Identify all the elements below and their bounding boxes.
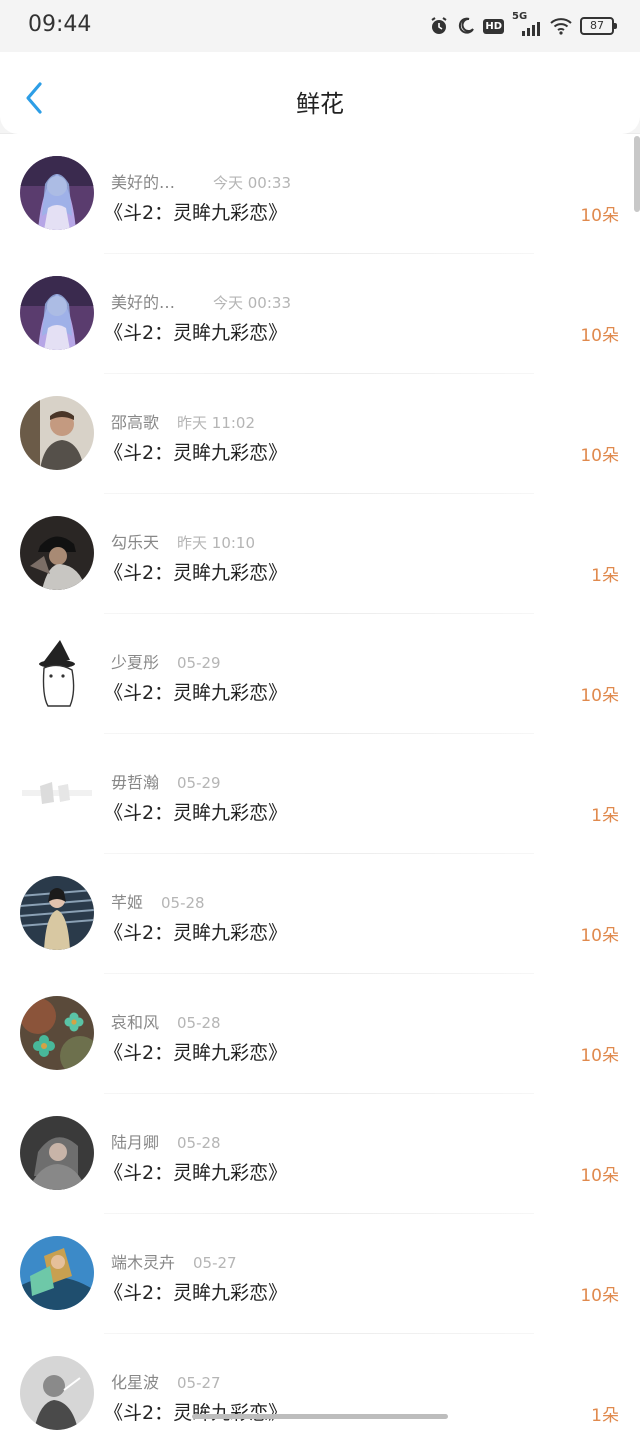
flower-count: 10朵 <box>580 1286 619 1306</box>
timestamp: 今天 00:33 <box>213 174 291 192</box>
username[interactable]: 端木灵卉 <box>111 1249 175 1273</box>
username[interactable]: 邵高歌 <box>111 409 159 433</box>
list-item[interactable]: 哀和风 05-28 《斗2：灵眸九彩恋》 10朵 <box>0 974 640 1094</box>
flower-count: 1朵 <box>591 806 619 826</box>
timestamp: 05-27 <box>177 1374 221 1392</box>
timestamp: 05-28 <box>161 894 205 912</box>
list-item[interactable]: 少夏彤 05-29 《斗2：灵眸九彩恋》 10朵 <box>0 614 640 734</box>
avatar[interactable] <box>20 1356 94 1430</box>
timestamp: 昨天 10:10 <box>177 534 256 552</box>
scrollbar[interactable] <box>634 136 640 212</box>
avatar[interactable] <box>20 756 94 830</box>
avatar[interactable] <box>20 1236 94 1310</box>
flower-count: 10朵 <box>580 326 619 346</box>
page-title: 鲜花 <box>296 90 344 118</box>
signal-icon: 5G <box>512 11 542 37</box>
flower-count: 10朵 <box>580 926 619 946</box>
username[interactable]: 少夏彤 <box>111 649 159 673</box>
flower-count: 10朵 <box>580 686 619 706</box>
username[interactable]: 陆月卿 <box>111 1129 159 1153</box>
home-indicator[interactable] <box>192 1414 448 1419</box>
avatar[interactable] <box>20 636 94 710</box>
book-title[interactable]: 《斗2：灵眸九彩恋》 <box>104 198 287 225</box>
flower-record-list: 美好的… 今天 00:33 《斗2：灵眸九彩恋》 10朵 美好的… 今天 00:… <box>0 134 640 1454</box>
timestamp: 昨天 11:02 <box>177 414 256 432</box>
username[interactable]: 芊姬 <box>111 889 143 913</box>
moon-icon <box>459 17 475 34</box>
book-title[interactable]: 《斗2：灵眸九彩恋》 <box>104 678 287 705</box>
username[interactable]: 美好的… <box>111 289 181 313</box>
list-item[interactable]: 美好的… 今天 00:33 《斗2：灵眸九彩恋》 10朵 <box>0 134 640 254</box>
list-item[interactable]: 邵高歌 昨天 11:02 《斗2：灵眸九彩恋》 10朵 <box>0 374 640 494</box>
timestamp: 今天 00:33 <box>213 294 291 312</box>
hd-icon: HD <box>483 18 504 34</box>
alarm-icon <box>431 17 447 34</box>
timestamp: 05-27 <box>193 1254 237 1272</box>
book-title[interactable]: 《斗2：灵眸九彩恋》 <box>104 918 287 945</box>
flower-count: 10朵 <box>580 206 619 226</box>
timestamp: 05-28 <box>177 1014 221 1032</box>
book-title[interactable]: 《斗2：灵眸九彩恋》 <box>104 1398 287 1425</box>
username[interactable]: 勾乐天 <box>111 529 159 553</box>
list-item[interactable]: 化星波 05-27 《斗2：灵眸九彩恋》 1朵 <box>0 1334 640 1454</box>
list-item[interactable]: 芊姬 05-28 《斗2：灵眸九彩恋》 10朵 <box>0 854 640 974</box>
timestamp: 05-28 <box>177 1134 221 1152</box>
flower-count: 10朵 <box>580 1046 619 1066</box>
book-title[interactable]: 《斗2：灵眸九彩恋》 <box>104 1278 287 1305</box>
flower-count: 10朵 <box>580 446 619 466</box>
avatar[interactable] <box>20 156 94 230</box>
avatar[interactable] <box>20 396 94 470</box>
flower-count: 10朵 <box>580 1166 619 1186</box>
avatar[interactable] <box>20 1116 94 1190</box>
avatar[interactable] <box>20 996 94 1070</box>
list-item[interactable]: 毋哲瀚 05-29 《斗2：灵眸九彩恋》 1朵 <box>0 734 640 854</box>
list-item[interactable]: 端木灵卉 05-27 《斗2：灵眸九彩恋》 10朵 <box>0 1214 640 1334</box>
avatar[interactable] <box>20 516 94 590</box>
book-title[interactable]: 《斗2：灵眸九彩恋》 <box>104 1158 287 1185</box>
flower-count: 1朵 <box>591 566 619 586</box>
username[interactable]: 毋哲瀚 <box>111 769 159 793</box>
username[interactable]: 化星波 <box>111 1369 159 1393</box>
username[interactable]: 美好的… <box>111 169 181 193</box>
status-icons: HD 5G 87 <box>429 11 617 38</box>
list-item[interactable]: 美好的… 今天 00:33 《斗2：灵眸九彩恋》 10朵 <box>0 254 640 374</box>
list-item[interactable]: 勾乐天 昨天 10:10 《斗2：灵眸九彩恋》 1朵 <box>0 494 640 614</box>
book-title[interactable]: 《斗2：灵眸九彩恋》 <box>104 798 287 825</box>
timestamp: 05-29 <box>177 654 221 672</box>
username[interactable]: 哀和风 <box>111 1009 159 1033</box>
book-title[interactable]: 《斗2：灵眸九彩恋》 <box>104 438 287 465</box>
book-title[interactable]: 《斗2：灵眸九彩恋》 <box>104 318 287 345</box>
book-title[interactable]: 《斗2：灵眸九彩恋》 <box>104 1038 287 1065</box>
flower-count: 1朵 <box>591 1406 619 1426</box>
battery-icon: 87 <box>580 17 617 35</box>
wifi-icon <box>550 18 572 35</box>
app-header: 鲜花 <box>0 52 640 134</box>
avatar[interactable] <box>20 876 94 950</box>
avatar[interactable] <box>20 276 94 350</box>
book-title[interactable]: 《斗2：灵眸九彩恋》 <box>104 558 287 585</box>
timestamp: 05-29 <box>177 774 221 792</box>
status-bar: 09:44 HD 5G 87 <box>0 0 640 52</box>
status-time: 09:44 <box>28 12 92 37</box>
list-item[interactable]: 陆月卿 05-28 《斗2：灵眸九彩恋》 10朵 <box>0 1094 640 1214</box>
